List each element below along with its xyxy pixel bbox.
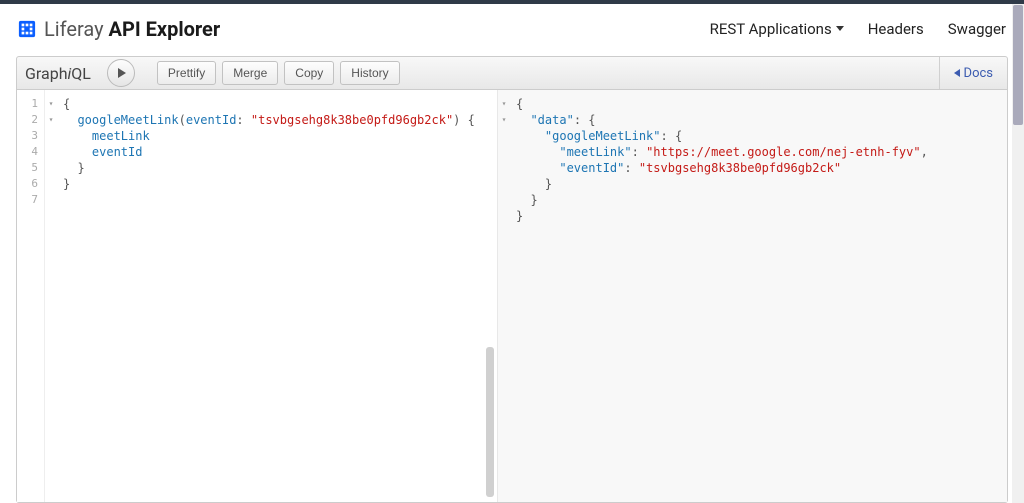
- code-token: eventId: [186, 113, 237, 127]
- nav-headers[interactable]: Headers: [868, 20, 924, 38]
- app-header: Liferay API Explorer REST Applications H…: [0, 0, 1024, 56]
- line-number: 1: [17, 96, 38, 112]
- fold-mark[interactable]: ▾: [498, 112, 510, 128]
- editor-panes: 1 2 3 4 5 6 7 ▾ ▾ { googleMeetLink(event…: [16, 90, 1008, 503]
- code-token: {: [516, 97, 523, 111]
- code-token: :: [624, 161, 638, 175]
- code-token: :: [236, 113, 250, 127]
- code-token: "data": [530, 113, 573, 127]
- response-pane: ▾ ▾ { "data": { "googleMeetLink": { "mee…: [497, 90, 1007, 502]
- fold-mark[interactable]: ▾: [45, 112, 57, 128]
- page-scrollbar[interactable]: [1012, 4, 1024, 503]
- code-token: "tsvbgsehg8k38be0pfd96gb2ck": [639, 161, 841, 175]
- scrollbar-thumb[interactable]: [1013, 5, 1023, 125]
- history-button[interactable]: History: [340, 61, 399, 85]
- query-editor[interactable]: { googleMeetLink(eventId: "tsvbgsehg8k38…: [57, 90, 497, 502]
- title-ql: QL: [71, 64, 91, 83]
- code-token: }: [63, 177, 70, 191]
- code-token: }: [516, 209, 523, 223]
- query-pane: 1 2 3 4 5 6 7 ▾ ▾ { googleMeetLink(event…: [17, 90, 497, 502]
- code-token: googleMeetLink: [77, 113, 178, 127]
- code-token: "https://meet.google.com/nej-etnh-fyv": [646, 145, 921, 159]
- fold-mark[interactable]: ▾: [45, 96, 57, 112]
- play-icon: [118, 68, 126, 78]
- fold-gutter: ▾ ▾: [498, 90, 510, 502]
- code-token: eventId: [92, 145, 143, 159]
- line-gutter: 1 2 3 4 5 6 7: [17, 90, 45, 502]
- code-token: ,: [921, 145, 928, 159]
- brand-prefix: Liferay: [44, 17, 104, 41]
- code-token: : {: [574, 113, 596, 127]
- liferay-logo-icon: [18, 20, 36, 38]
- chevron-left-icon: [954, 69, 960, 77]
- code-token: "eventId": [559, 161, 624, 175]
- line-number: 5: [17, 160, 38, 176]
- brand-block: Liferay API Explorer: [18, 17, 220, 41]
- line-number: 4: [17, 144, 38, 160]
- graphiql-toolbar: GraphiQL Prettify Merge Copy History Doc…: [16, 56, 1008, 90]
- code-token: }: [545, 177, 552, 191]
- caret-down-icon: [836, 26, 844, 31]
- line-number: 2: [17, 112, 38, 128]
- line-number: 3: [17, 128, 38, 144]
- scrollbar-thumb[interactable]: [486, 347, 494, 497]
- line-number: 6: [17, 176, 38, 192]
- brand-text: Liferay API Explorer: [44, 17, 220, 41]
- code-token: "tsvbgsehg8k38be0pfd96gb2ck": [251, 113, 453, 127]
- code-token: }: [77, 161, 84, 175]
- code-token: : {: [661, 129, 683, 143]
- query-scrollbar[interactable]: [485, 90, 495, 502]
- copy-button[interactable]: Copy: [284, 61, 334, 85]
- code-token: {: [63, 97, 70, 111]
- code-token: (: [179, 113, 186, 127]
- prettify-button[interactable]: Prettify: [157, 61, 216, 85]
- nav-rest-applications[interactable]: REST Applications: [710, 20, 844, 38]
- code-token: ) {: [453, 113, 475, 127]
- docs-button[interactable]: Docs: [939, 57, 1001, 89]
- content-area: GraphiQL Prettify Merge Copy History Doc…: [0, 56, 1024, 503]
- header-nav: REST Applications Headers Swagger: [710, 20, 1006, 38]
- graphiql-title: GraphiQL: [25, 64, 91, 83]
- line-number: 7: [17, 192, 38, 208]
- execute-button[interactable]: [107, 59, 135, 87]
- brand-suffix: API Explorer: [109, 17, 221, 41]
- docs-label: Docs: [964, 66, 993, 81]
- nav-swagger[interactable]: Swagger: [948, 20, 1006, 38]
- merge-button[interactable]: Merge: [222, 61, 278, 85]
- code-token: "meetLink": [559, 145, 631, 159]
- code-token: :: [632, 145, 646, 159]
- code-token: meetLink: [92, 129, 150, 143]
- nav-label: REST Applications: [710, 20, 832, 38]
- fold-gutter: ▾ ▾: [45, 90, 57, 502]
- code-token: }: [530, 193, 537, 207]
- response-viewer[interactable]: { "data": { "googleMeetLink": { "meetLin…: [510, 90, 1007, 502]
- fold-mark[interactable]: ▾: [498, 96, 510, 112]
- title-graph: Graph: [25, 64, 68, 83]
- code-token: "googleMeetLink": [545, 129, 661, 143]
